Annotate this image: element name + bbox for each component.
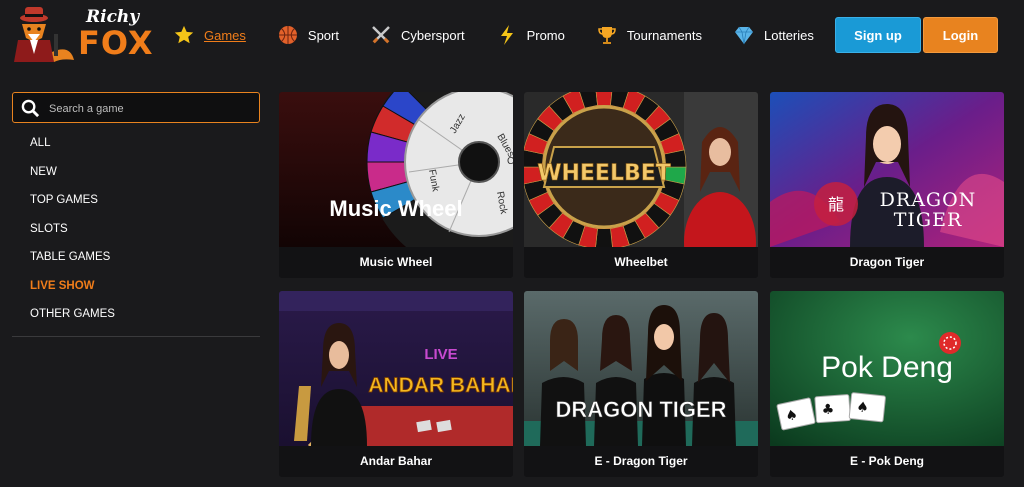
nav-games-label: Games <box>204 27 246 43</box>
category-new[interactable]: NEW <box>12 158 260 187</box>
main-nav: Games Sport Cybersport Promo Tournaments <box>172 22 844 48</box>
dragon-tiger-art-line2: TIGER <box>894 209 963 231</box>
game-title[interactable]: E - Pok Deng <box>770 446 1004 476</box>
basketball-icon <box>276 23 300 47</box>
svg-text:♠: ♠ <box>855 399 869 416</box>
andar-bahar-art-text: ANDAR BAHAR <box>368 374 513 397</box>
category-table-games[interactable]: TABLE GAMES <box>12 243 260 272</box>
sidebar: ALL NEW TOP GAMES SLOTS TABLE GAMES LIVE… <box>12 92 260 337</box>
wheelbet-art-text: WHEELBET <box>537 161 671 186</box>
nav-games[interactable]: Games <box>172 23 246 47</box>
game-thumbnail[interactable]: Jazz Blues Funk Rock Co Music Wheel <box>279 92 513 247</box>
trophy-icon <box>595 23 619 47</box>
search-box <box>12 92 260 123</box>
game-title[interactable]: Andar Bahar <box>279 446 513 476</box>
lightning-icon <box>495 23 519 47</box>
category-live-show[interactable]: LIVE SHOW <box>12 272 260 301</box>
svg-text:♣: ♣ <box>821 402 835 419</box>
crossed-swords-icon <box>369 23 393 47</box>
game-thumbnail[interactable]: DRAGON TIGER <box>524 291 758 446</box>
sidebar-divider <box>12 336 260 337</box>
nav-promo[interactable]: Promo <box>495 23 565 47</box>
nav-tournaments-label: Tournaments <box>626 27 703 43</box>
dragon-tiger-art-line1: DRAGON <box>880 189 977 211</box>
roulette-segment <box>595 92 613 106</box>
site-header: Richy FOX Games Sport Cybersport Promo T… <box>0 0 1024 72</box>
category-all[interactable]: ALL <box>12 129 260 158</box>
game-thumbnail[interactable]: 龍 DRAGON TIGER <box>770 92 1004 247</box>
game-thumbnail[interactable]: WHEELBET <box>524 92 758 247</box>
search-icon <box>21 99 40 118</box>
game-card-e-pok-deng[interactable]: Pok Deng ♠ ♣ ♠ E - Pok Deng <box>770 291 1004 477</box>
search-input[interactable] <box>47 98 251 120</box>
category-other-games[interactable]: OTHER GAMES <box>12 300 260 329</box>
nav-lotteries-label: Lotteries <box>764 27 814 43</box>
signup-button[interactable]: Sign up <box>835 17 921 53</box>
roulette-segment <box>595 228 613 247</box>
game-card-dragon-tiger[interactable]: 龍 DRAGON TIGER Dragon Tiger <box>770 92 1004 278</box>
category-slots[interactable]: SLOTS <box>12 215 260 244</box>
dragon-tiger-seal-icon: 龍 <box>828 195 844 214</box>
game-card-e-dragon-tiger[interactable]: DRAGON TIGER E - Dragon Tiger <box>524 291 758 477</box>
music-wheel-art-text: Music Wheel <box>329 196 462 221</box>
wheel-label-co: Co <box>507 156 513 167</box>
game-title[interactable]: Music Wheel <box>279 247 513 277</box>
nav-lotteries[interactable]: Lotteries <box>732 23 814 47</box>
game-title[interactable]: E - Dragon Tiger <box>524 446 758 476</box>
category-list: ALL NEW TOP GAMES SLOTS TABLE GAMES LIVE… <box>12 129 260 329</box>
game-card-andar-bahar[interactable]: LIVE ANDAR BAHAR Andar Bahar <box>279 291 513 477</box>
andar-bahar-live-text: LIVE <box>424 346 457 363</box>
game-thumbnail[interactable]: Pok Deng ♠ ♣ ♠ <box>770 291 1004 446</box>
fox-mascot-icon <box>14 7 74 62</box>
game-title[interactable]: Wheelbet <box>524 247 758 277</box>
pok-deng-art-text: Pok Deng <box>821 351 953 384</box>
nav-sport[interactable]: Sport <box>276 23 339 47</box>
game-title[interactable]: Dragon Tiger <box>770 247 1004 277</box>
e-dragon-tiger-art-text: DRAGON TIGER <box>555 397 726 422</box>
game-thumbnail[interactable]: LIVE ANDAR BAHAR <box>279 291 513 446</box>
game-card-music-wheel[interactable]: Jazz Blues Funk Rock Co Music Wheel Musi… <box>279 92 513 278</box>
logo-text-fox: FOX <box>78 24 154 62</box>
nav-cybersport[interactable]: Cybersport <box>369 23 465 47</box>
nav-tournaments[interactable]: Tournaments <box>595 23 702 47</box>
richyfox-logo[interactable]: Richy FOX <box>12 4 154 66</box>
star-icon <box>172 23 196 47</box>
login-button[interactable]: Login <box>923 17 998 53</box>
nav-sport-label: Sport <box>307 27 339 43</box>
category-top-games[interactable]: TOP GAMES <box>12 186 260 215</box>
diamond-icon <box>732 23 756 47</box>
game-card-wheelbet[interactable]: WHEELBET Wheelbet <box>524 92 758 278</box>
nav-promo-label: Promo <box>526 27 565 43</box>
nav-cybersport-label: Cybersport <box>400 27 465 43</box>
